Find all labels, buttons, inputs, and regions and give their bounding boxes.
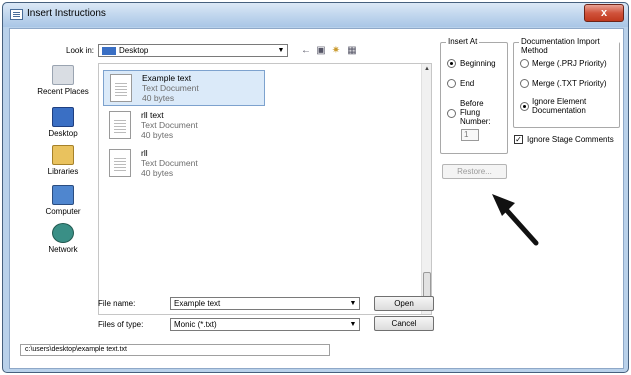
desktop-icon bbox=[52, 107, 74, 127]
ignore-doc-label-1: Ignore Element bbox=[532, 97, 587, 106]
close-button[interactable]: x bbox=[584, 4, 624, 22]
place-label: Desktop bbox=[48, 129, 78, 138]
restore-button[interactable]: Restore... bbox=[442, 164, 507, 179]
insert-beginning-label: Beginning bbox=[460, 59, 496, 68]
window-icon bbox=[10, 9, 23, 20]
new-folder-icon[interactable]: ✷ bbox=[330, 45, 342, 56]
file-name: Example text bbox=[142, 73, 192, 83]
insert-instructions-dialog: Insert Instructions x Look in: Desktop ▼… bbox=[2, 2, 629, 373]
chevron-down-icon: ▼ bbox=[349, 321, 357, 328]
insert-beginning-radio[interactable] bbox=[447, 59, 456, 68]
ignore-doc-radio[interactable] bbox=[520, 102, 529, 111]
libraries-icon bbox=[52, 145, 74, 165]
chevron-down-icon: ▼ bbox=[349, 300, 357, 307]
file-size: 40 bytes bbox=[141, 168, 174, 178]
title-bar[interactable]: Insert Instructions x bbox=[3, 3, 628, 27]
look-in-select[interactable]: Desktop ▼ bbox=[98, 44, 288, 57]
ignore-stage-comments-label: Ignore Stage Comments bbox=[527, 135, 614, 144]
insert-before-label-3: Number: bbox=[460, 117, 491, 126]
look-in-value: Desktop bbox=[119, 46, 149, 55]
doc-import-legend: Documentation Import Method bbox=[519, 37, 619, 55]
file-item[interactable]: rll Text Document 40 bytes bbox=[103, 146, 265, 182]
file-list[interactable]: Example text Text Document 40 bytes rll … bbox=[98, 63, 432, 315]
file-size: 40 bytes bbox=[142, 93, 175, 103]
place-computer[interactable]: Computer bbox=[28, 185, 98, 216]
merge-txt-radio[interactable] bbox=[520, 79, 529, 88]
view-menu-icon[interactable]: ▦ bbox=[346, 45, 358, 56]
open-button[interactable]: Open bbox=[374, 296, 434, 311]
file-list-scrollbar[interactable]: ▲ ▼ bbox=[421, 64, 431, 314]
insert-before-label-2: Flung bbox=[460, 108, 481, 117]
file-name-input[interactable]: Example text ▼ bbox=[170, 297, 360, 310]
text-document-icon bbox=[109, 111, 131, 139]
network-icon bbox=[52, 223, 74, 243]
computer-icon bbox=[52, 185, 74, 205]
file-item[interactable]: rll text Text Document 40 bytes bbox=[103, 108, 265, 144]
place-recent[interactable]: Recent Places bbox=[28, 65, 98, 96]
merge-prj-label: Merge (.PRJ Priority) bbox=[532, 59, 607, 68]
flung-number-input[interactable]: 1 bbox=[461, 129, 479, 141]
files-of-type-value: Monic (*.txt) bbox=[174, 320, 217, 329]
merge-prj-radio[interactable] bbox=[520, 59, 529, 68]
file-name: rll text bbox=[141, 110, 164, 120]
status-path: c:\users\desktop\example text.txt bbox=[20, 344, 330, 356]
desktop-icon bbox=[102, 46, 116, 55]
file-type: Text Document bbox=[142, 83, 199, 93]
annotation-arrow-icon bbox=[492, 194, 539, 246]
place-label: Computer bbox=[45, 207, 81, 216]
file-size: 40 bytes bbox=[141, 130, 174, 140]
file-type: Text Document bbox=[141, 158, 198, 168]
scroll-up-icon[interactable]: ▲ bbox=[422, 64, 432, 74]
window-title: Insert Instructions bbox=[27, 8, 106, 19]
place-desktop[interactable]: Desktop bbox=[28, 107, 98, 138]
place-network[interactable]: Network bbox=[28, 223, 98, 254]
files-of-type-select[interactable]: Monic (*.txt) ▼ bbox=[170, 318, 360, 331]
place-libraries[interactable]: Libraries bbox=[28, 145, 98, 176]
ignore-doc-label-2: Documentation bbox=[532, 106, 586, 115]
up-folder-icon[interactable]: ▣ bbox=[315, 45, 327, 56]
text-document-icon bbox=[110, 74, 132, 102]
look-in-label: Look in: bbox=[66, 46, 95, 55]
place-label: Recent Places bbox=[37, 87, 89, 96]
dialog-client: Look in: Desktop ▼ ← ▣ ✷ ▦ Recent Places… bbox=[9, 28, 624, 369]
chevron-down-icon: ▼ bbox=[277, 47, 285, 54]
place-label: Network bbox=[48, 245, 78, 254]
back-icon[interactable]: ← bbox=[300, 45, 312, 56]
file-type: Text Document bbox=[141, 120, 198, 130]
recent-places-icon bbox=[52, 65, 74, 85]
insert-end-radio[interactable] bbox=[447, 79, 456, 88]
cancel-button[interactable]: Cancel bbox=[374, 316, 434, 331]
file-name-value: Example text bbox=[174, 299, 221, 308]
insert-before-radio[interactable] bbox=[447, 109, 456, 118]
insert-end-label: End bbox=[460, 79, 475, 88]
file-name: rll bbox=[141, 148, 148, 158]
file-item[interactable]: Example text Text Document 40 bytes bbox=[103, 70, 265, 106]
place-label: Libraries bbox=[47, 167, 79, 176]
ignore-stage-comments-checkbox[interactable]: ✓ bbox=[514, 135, 523, 144]
insert-at-legend: Insert At bbox=[446, 37, 480, 46]
file-name-label: File name: bbox=[98, 299, 136, 308]
insert-before-label-1: Before bbox=[460, 99, 484, 108]
merge-txt-label: Merge (.TXT Priority) bbox=[532, 79, 607, 88]
files-of-type-label: Files of type: bbox=[98, 320, 144, 329]
text-document-icon bbox=[109, 149, 131, 177]
